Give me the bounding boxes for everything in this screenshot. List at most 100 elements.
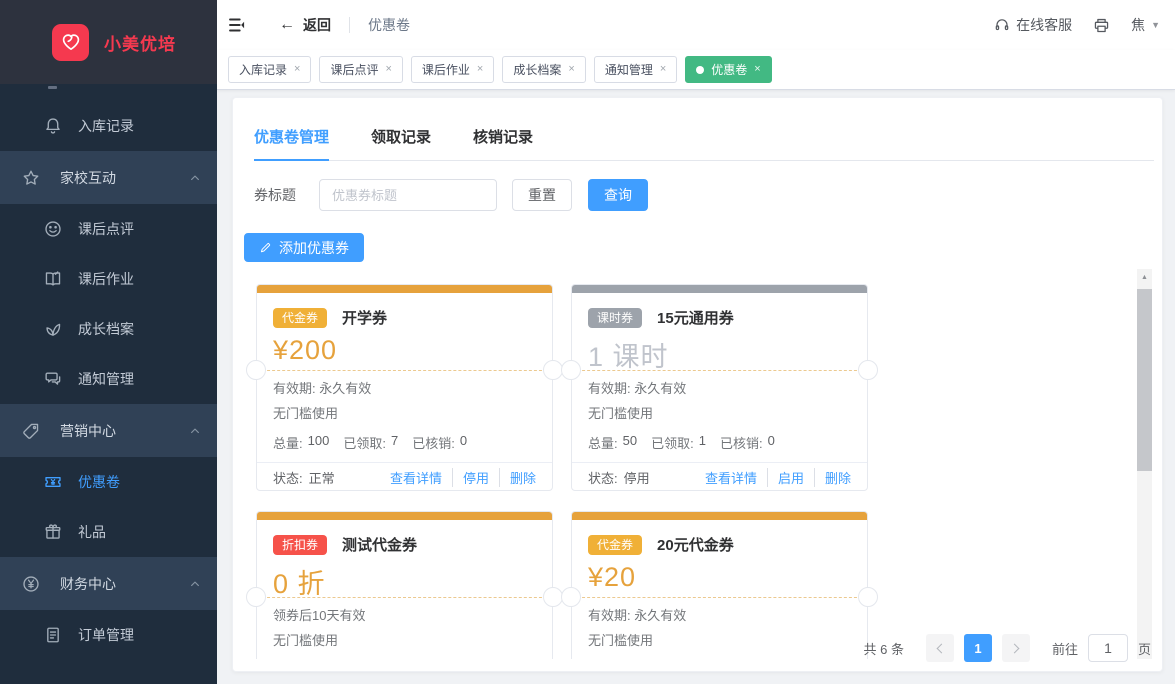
sidebar-item[interactable]: 订单管理 [0, 610, 217, 660]
coupon-perforation-line [257, 370, 552, 371]
navbar: ← 返回 优惠卷 在线客服 焦 ▼ [217, 0, 1175, 50]
print-icon[interactable] [1093, 17, 1110, 34]
sidebar: 小美优培 入库记录 家校互动 课后点评 课后作业 成长档案 通知管理 营销中心 [0, 0, 217, 684]
tab[interactable]: 领取记录 [371, 126, 431, 160]
pagination: 共 6 条 1 前往 页 [864, 634, 1152, 662]
online-service-label: 在线客服 [1016, 15, 1072, 35]
perforation-notch-left [561, 360, 581, 380]
coupon-action[interactable]: 删除 [814, 468, 851, 487]
close-icon[interactable]: × [294, 64, 300, 75]
sidebar-item-label: 课后点评 [78, 219, 134, 239]
add-coupon-button[interactable]: 添加优惠券 [244, 233, 364, 262]
coupon-action[interactable]: 删除 [499, 468, 536, 487]
perforation-notch-left [246, 587, 266, 607]
sidebar-item-label: 家校互动 [60, 168, 116, 188]
view-tag[interactable]: 入库记录 × [228, 56, 311, 83]
close-icon[interactable]: × [754, 64, 760, 75]
headset-icon [994, 17, 1010, 33]
sidebar-item[interactable]: 通知管理 [0, 354, 217, 404]
coupon-action[interactable]: 启用 [767, 468, 804, 487]
sidebar-item-label: 优惠卷 [78, 472, 120, 492]
coupon-card: 代金券 20元代金券 ¥20 有效期: 永久有效无门槛使用 [571, 511, 868, 659]
coupon-type-badge: 代金券 [273, 308, 327, 328]
sidebar-item[interactable]: 成长档案 [0, 304, 217, 354]
reset-button[interactable]: 重置 [512, 179, 572, 211]
close-icon[interactable]: × [568, 64, 574, 75]
chevron-up-icon [189, 172, 201, 184]
search-button[interactable]: 查询 [588, 179, 648, 211]
scroll-up-arrow-icon[interactable]: ▲ [1137, 269, 1152, 285]
goto-page-input[interactable] [1088, 634, 1128, 662]
online-service-button[interactable]: 在线客服 [994, 15, 1072, 35]
coupon-stat: 已领取:1 [651, 433, 706, 452]
sidebar-item[interactable]: 财务中心 [0, 557, 217, 610]
back-button[interactable]: ← 返回 [279, 15, 331, 35]
sidebar-item[interactable]: 营销中心 [0, 404, 217, 457]
view-tag[interactable]: 课后点评 × [319, 56, 402, 83]
coupon-stat: 总量:100 [273, 433, 329, 452]
collapse-menu-icon[interactable] [228, 16, 246, 34]
vertical-scrollbar[interactable]: ▲ [1137, 269, 1152, 659]
smiley-icon [44, 220, 62, 238]
coupon-meta-line: 有效期: 永久有效 [273, 376, 371, 401]
coupon-stats: 总量:50已领取:1已核销:0 [588, 433, 775, 452]
navbar-right: 在线客服 焦 ▼ [994, 15, 1160, 35]
ticket-icon [44, 473, 62, 491]
coupon-meta-lines: 有效期: 永久有效无门槛使用 [588, 376, 686, 426]
sidebar-menu: 入库记录 家校互动 课后点评 课后作业 成长档案 通知管理 营销中心 优惠卷 礼 [0, 84, 217, 684]
coupon-title: 20元代金券 [657, 534, 734, 555]
coupon-title-label: 券标题 [254, 185, 296, 205]
view-tag-label: 通知管理 [605, 61, 653, 78]
perforation-notch-right [858, 587, 878, 607]
filter-row: 券标题 重置 查询 [254, 179, 1162, 211]
view-tag[interactable]: 成长档案 × [502, 56, 585, 83]
view-tag[interactable]: 优惠卷 × [685, 56, 771, 83]
view-tag[interactable]: 通知管理 × [594, 56, 677, 83]
sidebar-item[interactable]: 课后作业 [0, 254, 217, 304]
user-menu[interactable]: 焦 ▼ [1131, 15, 1160, 35]
sidebar-item-label: 订单管理 [78, 625, 134, 645]
coupon-stat: 已核销:0 [720, 433, 775, 452]
sidebar-item-label: 通知管理 [78, 369, 134, 389]
coupon-action[interactable]: 停用 [452, 468, 489, 487]
perforation-notch-right [543, 360, 563, 380]
coupon-meta-line: 领券后10天有效 [273, 603, 365, 628]
coupon-actions: 查看详情停用删除 [390, 468, 536, 487]
sidebar-item[interactable]: 课后点评 [0, 204, 217, 254]
sidebar-item[interactable]: 优惠卷 [0, 457, 217, 507]
active-dot [696, 66, 704, 74]
sidebar-item-label: 课后作业 [78, 269, 134, 289]
app-logo[interactable]: 小美优培 [0, 0, 217, 84]
coupon-title-input[interactable] [319, 179, 497, 211]
coupon-action[interactable]: 查看详情 [390, 468, 442, 487]
sidebar-item[interactable]: 家校互动 [0, 151, 217, 204]
page-number-button[interactable]: 1 [964, 634, 992, 662]
scrollbar-thumb[interactable] [1137, 289, 1152, 471]
close-icon[interactable]: × [385, 64, 391, 75]
tab[interactable]: 核销记录 [473, 126, 533, 160]
status-value: 正常 [309, 468, 335, 487]
status-value: 停用 [624, 468, 650, 487]
sidebar-item[interactable]: 礼品 [0, 507, 217, 557]
close-icon[interactable]: × [477, 64, 483, 75]
goto-page-label: 前往 [1052, 639, 1078, 658]
tab[interactable]: 优惠卷管理 [254, 126, 329, 160]
next-page-button[interactable] [1002, 634, 1030, 662]
bell-icon [44, 117, 62, 135]
coupon-action[interactable]: 查看详情 [705, 468, 757, 487]
prev-page-button[interactable] [926, 634, 954, 662]
close-icon[interactable]: × [660, 64, 666, 75]
view-tag[interactable]: 课后作业 × [411, 56, 494, 83]
coupon-card-bar [572, 512, 867, 520]
page-unit-label: 页 [1138, 639, 1151, 658]
sidebar-item[interactable]: 入库记录 [0, 101, 217, 151]
coupon-stats: 总量:100已领取:7已核销:0 [273, 433, 467, 452]
topbar: ← 返回 优惠卷 在线客服 焦 ▼ [217, 0, 1175, 90]
coupon-card-bar [257, 285, 552, 293]
tabs: 优惠卷管理 领取记录 核销记录 [254, 126, 1154, 161]
coupon-meta-lines: 有效期: 永久有效无门槛使用 [273, 376, 371, 426]
coupon-meta-line: 无门槛使用 [273, 628, 365, 653]
add-coupon-label: 添加优惠券 [279, 238, 349, 258]
back-label: 返回 [303, 15, 331, 35]
perforation-notch-right [858, 360, 878, 380]
